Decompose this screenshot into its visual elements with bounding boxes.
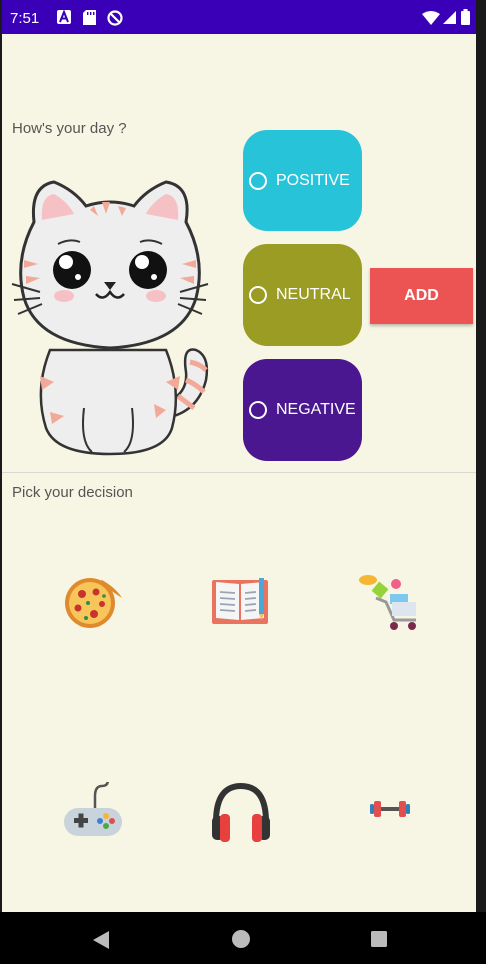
add-button[interactable]: ADD — [370, 268, 473, 324]
gamepad-icon[interactable] — [62, 782, 124, 840]
back-icon[interactable] — [93, 931, 109, 949]
radio-negative[interactable] — [249, 401, 267, 419]
cat-illustration — [11, 180, 209, 456]
mood-label-neutral: NEUTRAL — [276, 286, 351, 303]
wifi-icon — [422, 11, 440, 25]
section-divider — [2, 472, 476, 473]
navigation-bar — [0, 912, 486, 964]
home-icon[interactable] — [232, 930, 250, 948]
status-time: 7:51 — [10, 10, 40, 27]
mood-option-neutral[interactable]: NEUTRAL — [243, 244, 362, 346]
decision-prompt: Pick your decision — [12, 484, 133, 501]
signal-icon — [443, 11, 456, 24]
app-screen: 7:51 How's your day ? POSITIVE NEUTRAL N… — [2, 0, 476, 964]
mood-label-positive: POSITIVE — [276, 171, 350, 189]
mood-option-negative[interactable]: NEGATIVE — [243, 359, 362, 461]
mood-prompt: How's your day ? — [12, 120, 127, 137]
mood-option-positive[interactable]: POSITIVE — [243, 130, 362, 231]
book-icon[interactable] — [212, 578, 270, 626]
shopping-cart-icon[interactable] — [356, 572, 418, 634]
radio-neutral[interactable] — [249, 286, 267, 304]
battery-icon — [461, 9, 470, 25]
dnd-icon — [107, 10, 123, 26]
a-icon — [57, 10, 71, 24]
status-bar: 7:51 — [2, 0, 476, 34]
mood-label-negative: NEGATIVE — [276, 401, 356, 418]
sd-card-icon — [83, 10, 96, 25]
headphones-icon[interactable] — [210, 780, 272, 842]
dumbbell-icon[interactable] — [370, 798, 410, 820]
main-content: How's your day ? POSITIVE NEUTRAL NEGATI… — [2, 34, 476, 912]
pizza-icon[interactable] — [64, 576, 122, 630]
radio-positive[interactable] — [249, 171, 267, 190]
recents-icon[interactable] — [371, 931, 387, 947]
